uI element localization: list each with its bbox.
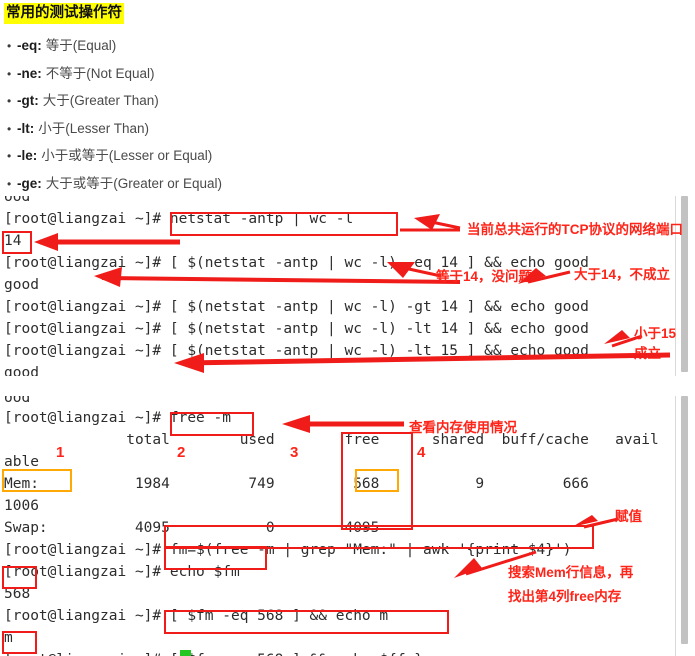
terminal-screenshot-bottom: ood [root@liangzai ~]# free -m total use…: [0, 396, 688, 656]
terminal-line: Mem: 1984 749 568 9 666: [4, 476, 659, 492]
terminal-line: able: [4, 454, 39, 470]
operator-desc: 大于(Greater Than): [42, 93, 159, 108]
terminal-top-right-border: [675, 196, 676, 376]
operator-name: -ne:: [17, 65, 42, 81]
operator-name: -gt:: [17, 93, 39, 108]
terminal-line: good: [4, 277, 39, 293]
page-title: 常用的测试操作符: [4, 3, 124, 24]
terminal-line: [root@liangzai ~]# echo $fm: [4, 564, 240, 580]
terminal-line: ood: [4, 196, 31, 205]
terminal-line: [root@liangzai ~]# [ $(netstat -antp | w…: [4, 343, 589, 359]
scrollbar-thumb-top[interactable]: [681, 196, 688, 372]
bullet-dot: •: [7, 39, 12, 53]
operator-desc: 小于或等于(Lesser or Equal): [41, 148, 213, 163]
terminal-line: 1006: [4, 498, 39, 514]
bullet-dot: •: [7, 176, 12, 191]
operator-desc: 小于(Lesser Than): [38, 120, 150, 136]
terminal-line: total used free shared buff/cache avail: [4, 432, 659, 448]
operator-name: -ge:: [17, 175, 42, 191]
list-item: • -ge: 大于或等于(Greater or Equal): [7, 176, 222, 192]
terminal-line: [root@liangzai ~]# [ $fm -eq 568 ] && ec…: [4, 649, 423, 656]
operator-name: -lt:: [17, 120, 35, 136]
terminal-line: good: [4, 365, 39, 376]
terminal-line: [root@liangzai ~]# fm=$(free -m | grep "…: [4, 542, 572, 558]
terminal-line: [root@liangzai ~]# [ $fm -eq 568 ] && ec…: [4, 608, 389, 624]
operator-desc: 不等于(Not Equal): [45, 65, 155, 81]
terminal-line: 568: [4, 586, 31, 602]
list-item: • -le: 小于或等于(Lesser or Equal): [7, 148, 222, 164]
terminal-line: [root@liangzai ~]# netstat -antp | wc -l: [4, 211, 354, 227]
list-item: • -lt: 小于(Lesser Than): [7, 121, 222, 137]
terminal-line: [root@liangzai ~]# free -m: [4, 410, 231, 426]
operator-name: -le:: [17, 148, 38, 163]
list-item: • -ne: 不等于(Not Equal): [7, 66, 222, 82]
terminal-line: [root@liangzai ~]# [ $(netstat -antp | w…: [4, 299, 589, 315]
terminal-line: [root@liangzai ~]# [ $(netstat -antp | w…: [4, 321, 589, 337]
terminal-line: m: [4, 630, 13, 646]
scrollbar-thumb-bottom[interactable]: [681, 396, 688, 644]
terminal-line: 14: [4, 233, 22, 249]
terminal-line: Swap: 4095 0 4095: [4, 520, 380, 536]
operator-name: -eq:: [17, 38, 42, 53]
terminal-cursor: [180, 650, 191, 656]
bullet-dot: •: [7, 66, 12, 81]
operator-desc: 等于(Equal): [45, 38, 117, 53]
operator-desc: 大于或等于(Greater or Equal): [45, 175, 223, 191]
terminal-screenshot-top: ood [root@liangzai ~]# netstat -antp | w…: [0, 196, 688, 376]
terminal-bottom-right-border: [675, 396, 676, 656]
list-item: • -eq: 等于(Equal): [7, 38, 222, 54]
operator-list: • -eq: 等于(Equal) • -ne: 不等于(Not Equal) •…: [7, 38, 222, 203]
screenshot-root: 常用的测试操作符 • -eq: 等于(Equal) • -ne: 不等于(Not…: [0, 0, 695, 656]
list-item: • -gt: 大于(Greater Than): [7, 93, 222, 109]
bullet-dot: •: [7, 121, 12, 136]
bullet-dot: •: [7, 94, 12, 108]
terminal-line: [root@liangzai ~]# [ $(netstat -antp | w…: [4, 255, 589, 271]
bullet-dot: •: [7, 149, 12, 163]
